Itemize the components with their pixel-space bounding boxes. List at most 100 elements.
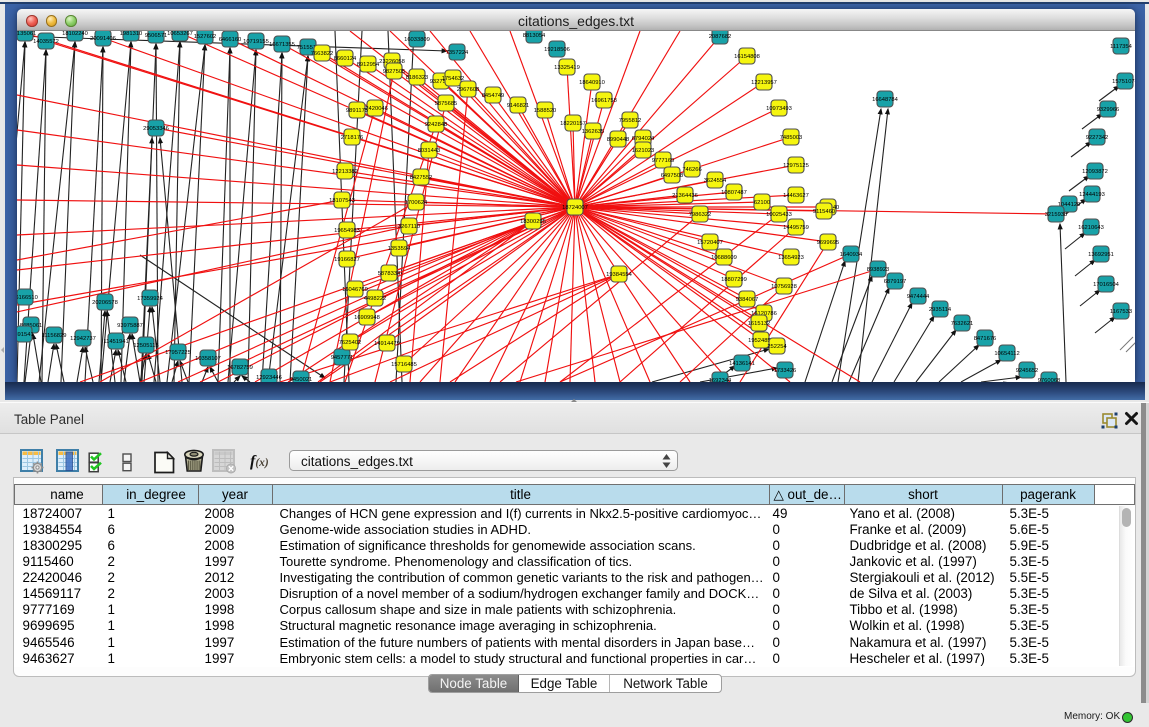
svg-text:9329966: 9329966	[1097, 107, 1120, 113]
svg-text:18220157: 18220157	[560, 121, 586, 127]
svg-text:8186323: 8186323	[406, 75, 429, 81]
svg-text:8135061: 8135061	[17, 31, 36, 37]
svg-text:7986322: 7986322	[689, 212, 712, 218]
svg-text:8660124: 8660124	[334, 56, 357, 62]
svg-text:10719155: 10719155	[243, 39, 269, 45]
svg-text:8031443: 8031443	[418, 148, 441, 154]
svg-text:13325419: 13325419	[554, 65, 580, 71]
svg-text:93975887: 93975887	[117, 323, 143, 329]
svg-text:3215938: 3215938	[1045, 212, 1068, 218]
svg-text:1117354: 1117354	[1110, 44, 1132, 50]
svg-text:9506571: 9506571	[145, 33, 168, 39]
svg-text:10025433: 10025433	[766, 212, 792, 218]
svg-text:8912954: 8912954	[357, 62, 380, 68]
svg-text:14914479: 14914479	[374, 341, 400, 347]
svg-text:11156829: 11156829	[42, 333, 67, 339]
svg-text:1700624: 1700624	[405, 200, 428, 206]
svg-text:3267110: 3267110	[398, 224, 420, 230]
svg-text:12923446: 12923446	[256, 375, 282, 381]
svg-text:8938923: 8938923	[867, 267, 890, 273]
svg-text:9777169: 9777169	[652, 158, 675, 164]
svg-text:9146821: 9146821	[507, 103, 530, 109]
svg-text:9245652: 9245652	[1016, 368, 1039, 374]
svg-text:8990448: 8990448	[607, 137, 630, 143]
svg-text:8813054: 8813054	[523, 33, 546, 39]
svg-text:5878334: 5878334	[378, 271, 401, 277]
svg-text:15716485: 15716485	[391, 362, 417, 368]
svg-text:16782759: 16782759	[227, 365, 253, 371]
svg-text:6466160: 6466160	[219, 37, 242, 43]
svg-text:6879197: 6879197	[884, 279, 907, 285]
svg-text:11451941: 11451941	[103, 339, 128, 345]
svg-text:2087682: 2087682	[709, 34, 732, 40]
svg-text:9457771: 9457771	[331, 355, 354, 361]
svg-text:1615132: 1615132	[748, 321, 771, 327]
svg-text:29053346: 29053346	[143, 126, 169, 132]
svg-text:18724007: 18724007	[562, 205, 588, 211]
svg-text:17016504: 17016504	[1093, 282, 1120, 288]
svg-text:1527602: 1527602	[194, 34, 217, 40]
svg-text:9699695: 9699695	[817, 240, 840, 246]
svg-text:18640910: 18640910	[579, 80, 605, 86]
svg-text:9827505: 9827505	[383, 69, 406, 75]
svg-text:15751074: 15751074	[1112, 79, 1135, 85]
svg-text:2935114: 2935114	[929, 307, 952, 313]
svg-text:7663822: 7663822	[311, 51, 334, 57]
svg-text:9115460: 9115460	[813, 209, 835, 215]
svg-text:9474444: 9474444	[907, 294, 930, 300]
svg-text:13654923: 13654923	[778, 255, 804, 261]
svg-text:17957225: 17957225	[165, 350, 191, 356]
svg-text:12444193: 12444193	[1079, 192, 1105, 198]
svg-text:12942737: 12942737	[70, 336, 96, 342]
svg-text:19218506: 19218506	[544, 47, 570, 53]
svg-text:10653267: 10653267	[167, 31, 193, 37]
svg-text:20091406: 20091406	[90, 36, 116, 42]
svg-text:7485003: 7485003	[780, 135, 803, 141]
svg-text:21364436: 21364436	[672, 193, 698, 199]
svg-text:10358107: 10358107	[195, 356, 221, 362]
svg-text:1362635: 1362635	[582, 129, 605, 135]
svg-text:5875685: 5875685	[435, 101, 458, 107]
svg-text:1733426: 1733426	[774, 368, 797, 374]
svg-text:9384067: 9384067	[736, 297, 759, 303]
svg-text:17359924: 17359924	[137, 296, 164, 302]
svg-text:26166510: 26166510	[17, 295, 38, 301]
svg-text:10654112: 10654112	[994, 351, 1019, 357]
svg-text:9242848: 9242848	[425, 122, 448, 128]
svg-text:1621023: 1621023	[632, 148, 655, 154]
svg-text:16154808: 16154808	[734, 54, 760, 60]
svg-text:10688609: 10688609	[711, 255, 737, 261]
svg-text:12093872: 12093872	[1082, 169, 1108, 175]
svg-text:14495759: 14495759	[783, 225, 809, 231]
svg-text:12505115: 12505115	[133, 343, 158, 349]
svg-text:7632621: 7632621	[951, 321, 974, 327]
svg-text:8454749: 8454749	[482, 93, 505, 99]
svg-text:19654983: 19654983	[334, 228, 360, 234]
svg-text:12213957: 12213957	[751, 80, 777, 86]
svg-text:20206578: 20206578	[92, 300, 118, 306]
svg-text:16046769: 16046769	[342, 287, 368, 293]
svg-text:13692951: 13692951	[1088, 252, 1114, 258]
svg-text:10756928: 10756928	[771, 284, 797, 290]
svg-text:1167533: 1167533	[1110, 309, 1132, 315]
svg-text:252254: 252254	[767, 344, 787, 350]
svg-text:18102240: 18102240	[62, 31, 88, 37]
svg-text:8427552: 8427552	[410, 175, 433, 181]
svg-text:746266: 746266	[682, 167, 701, 173]
svg-text:16033809: 16033809	[404, 37, 430, 43]
svg-text:4498222: 4498222	[364, 296, 387, 302]
svg-text:18107543: 18107543	[329, 198, 355, 204]
svg-text:15720407: 15720407	[697, 240, 723, 246]
svg-text:1353594: 1353594	[388, 246, 411, 252]
svg-text:1981310: 1981310	[120, 31, 143, 37]
svg-text:12975125: 12975125	[783, 163, 809, 169]
svg-text:8471676: 8471676	[974, 336, 997, 342]
svg-text:62100: 62100	[754, 200, 770, 206]
svg-text:19384554: 19384554	[606, 272, 633, 278]
svg-text:1640934: 1640934	[840, 252, 863, 258]
svg-text:9891175: 9891175	[346, 108, 368, 114]
svg-text:10807487: 10807487	[721, 190, 747, 196]
svg-text:16671355: 16671355	[269, 42, 295, 48]
svg-text:6794024: 6794024	[632, 136, 655, 142]
svg-text:2967608: 2967608	[457, 87, 480, 93]
